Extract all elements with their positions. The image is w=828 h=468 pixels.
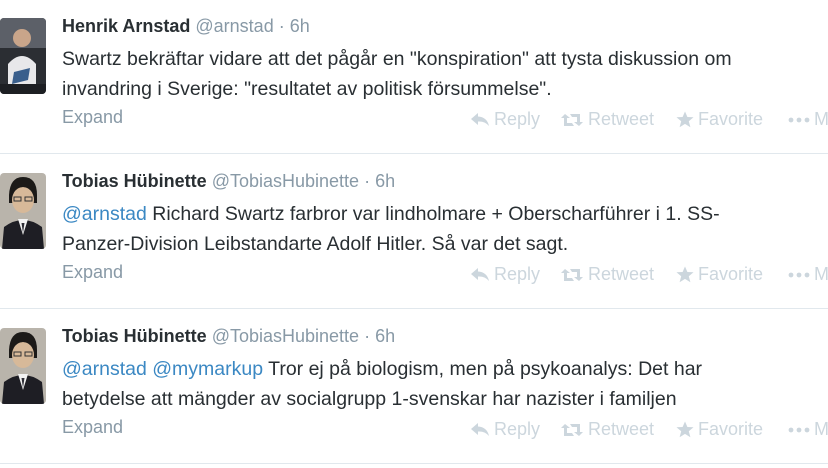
- retweet-icon: [561, 268, 583, 281]
- author-name[interactable]: Tobias Hübinette: [62, 326, 207, 346]
- star-icon: [676, 421, 694, 438]
- separator: ·: [364, 171, 371, 191]
- author-name[interactable]: Tobias Hübinette: [62, 171, 207, 191]
- more-button[interactable]: M: [788, 264, 828, 285]
- more-dots-icon: [788, 117, 810, 122]
- separator: ·: [364, 326, 371, 346]
- more-label: M: [814, 419, 828, 439]
- expand-link[interactable]: Expand: [62, 262, 123, 283]
- favorite-button[interactable]: Favorite: [676, 264, 763, 285]
- reply-label: Reply: [494, 419, 541, 439]
- retweet-label: Retweet: [588, 109, 655, 129]
- reply-button[interactable]: Reply: [470, 264, 540, 285]
- author-username[interactable]: @TobiasHubinette: [212, 326, 359, 346]
- favorite-label: Favorite: [698, 109, 764, 129]
- tweet-text: @arnstad Richard Swartz farbror var lind…: [62, 199, 828, 259]
- more-button[interactable]: M: [788, 419, 828, 440]
- reply-button[interactable]: Reply: [470, 109, 540, 130]
- author-username[interactable]: @TobiasHubinette: [212, 171, 359, 191]
- tweet-text-segment: Panzer-Division Leibstandarte Adolf Hitl…: [62, 233, 569, 255]
- reply-label: Reply: [494, 264, 541, 284]
- expand-link[interactable]: Expand: [62, 417, 123, 438]
- tweet-text-segment: betydelse att mängder av socialgrupp 1-s…: [62, 388, 677, 410]
- retweet-icon: [561, 113, 583, 126]
- timestamp[interactable]: 6h: [375, 326, 395, 346]
- tweet-text: @arnstad @mymarkup Tror ej på biologism,…: [62, 354, 828, 414]
- avatar[interactable]: [0, 328, 46, 404]
- expand-link[interactable]: Expand: [62, 107, 123, 128]
- avatar[interactable]: [0, 18, 46, 94]
- tweet[interactable]: Henrik Arnstad @arnstad · 6h Swartz bekr…: [0, 0, 828, 154]
- more-dots-icon: [788, 272, 810, 277]
- mention-link[interactable]: @mymarkup: [152, 358, 263, 380]
- avatar[interactable]: [0, 173, 46, 249]
- separator: ·: [278, 16, 285, 36]
- tweet-header: Tobias Hübinette @TobiasHubinette · 6h: [62, 323, 395, 349]
- timestamp[interactable]: 6h: [375, 171, 395, 191]
- favorite-button[interactable]: Favorite: [676, 109, 763, 130]
- favorite-label: Favorite: [698, 419, 764, 439]
- mention-link[interactable]: @arnstad: [62, 358, 147, 380]
- tweet[interactable]: Tobias Hübinette @TobiasHubinette · 6h @…: [0, 309, 828, 464]
- tweet[interactable]: Tobias Hübinette @TobiasHubinette · 6h @…: [0, 154, 828, 309]
- reply-icon: [471, 112, 489, 126]
- more-button[interactable]: M: [788, 109, 828, 130]
- tweet-timeline: Henrik Arnstad @arnstad · 6h Swartz bekr…: [0, 0, 828, 468]
- mention-link[interactable]: @arnstad: [62, 203, 147, 225]
- retweet-button[interactable]: Retweet: [560, 109, 654, 130]
- star-icon: [676, 266, 694, 283]
- tweet-header: Tobias Hübinette @TobiasHubinette · 6h: [62, 168, 395, 194]
- tweet-text-line: Swartz bekräftar vidare att det pågår en…: [62, 44, 828, 74]
- more-dots-icon: [788, 427, 810, 432]
- tweet-text-segment: Swartz bekräftar vidare att det pågår en…: [62, 48, 732, 70]
- tweet-text: Swartz bekräftar vidare att det pågår en…: [62, 44, 828, 104]
- reply-button[interactable]: Reply: [470, 419, 540, 440]
- tweet-header: Henrik Arnstad @arnstad · 6h: [62, 13, 310, 39]
- retweet-button[interactable]: Retweet: [560, 419, 654, 440]
- retweet-label: Retweet: [588, 264, 655, 284]
- timestamp[interactable]: 6h: [290, 16, 310, 36]
- tweet-text-segment: Tror ej på biologism, men på psykoanalys…: [263, 358, 703, 380]
- reply-icon: [471, 422, 489, 436]
- star-icon: [676, 111, 694, 128]
- retweet-icon: [561, 423, 583, 436]
- tweet-text-line: Panzer-Division Leibstandarte Adolf Hitl…: [62, 229, 828, 259]
- tweet-text-segment: Richard Swartz farbror var lindholmare +…: [146, 203, 720, 225]
- favorite-label: Favorite: [698, 264, 764, 284]
- reply-icon: [471, 267, 489, 281]
- retweet-label: Retweet: [588, 419, 655, 439]
- retweet-button[interactable]: Retweet: [560, 264, 654, 285]
- more-label: M: [814, 109, 828, 129]
- more-label: M: [814, 264, 828, 284]
- author-name[interactable]: Henrik Arnstad: [62, 16, 190, 36]
- favorite-button[interactable]: Favorite: [676, 419, 763, 440]
- tweet-text-line: @arnstad @mymarkup Tror ej på biologism,…: [62, 354, 828, 384]
- tweet-text-line: invandring i Sverige: "resultatet av pol…: [62, 74, 828, 104]
- tweet-text-line: @arnstad Richard Swartz farbror var lind…: [62, 199, 828, 229]
- tweet-text-segment: invandring i Sverige: "resultatet av pol…: [62, 78, 552, 100]
- reply-label: Reply: [494, 109, 541, 129]
- tweet-text-line: betydelse att mängder av socialgrupp 1-s…: [62, 384, 828, 414]
- author-username[interactable]: @arnstad: [195, 16, 273, 36]
